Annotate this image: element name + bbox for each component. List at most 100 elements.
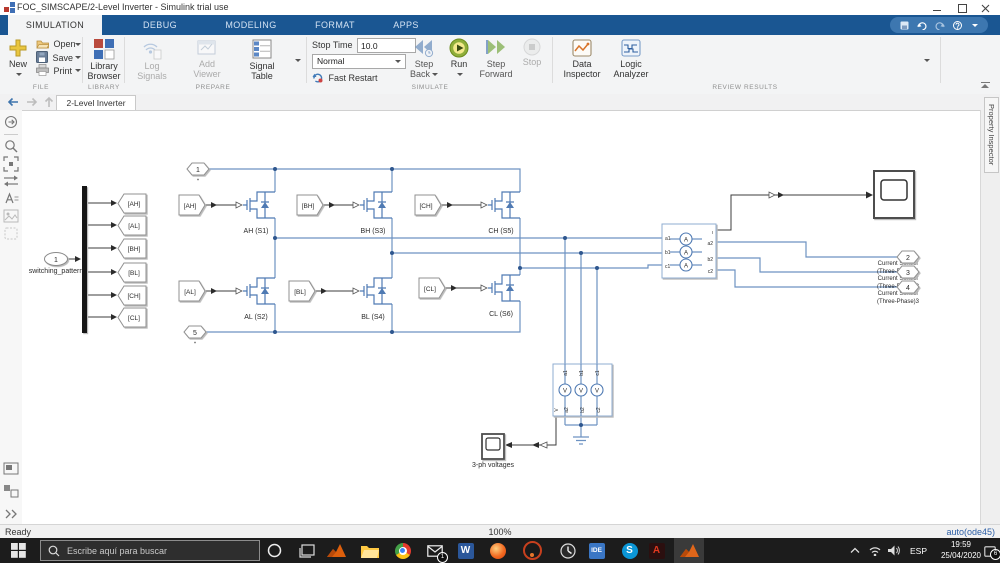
sim-mode-select[interactable]: Normal [312, 54, 406, 69]
voltmeter-icon: V [579, 389, 583, 395]
annotation-icon[interactable] [3, 191, 19, 206]
library-browser-button[interactable]: Library Browser [86, 37, 122, 81]
goto-tags[interactable]: [AH] [AL] [BH] [BL] [CH] [CL] [118, 194, 146, 327]
start-icon[interactable] [8, 540, 29, 561]
help-icon[interactable] [953, 21, 962, 30]
notification-center-icon[interactable]: 6 [984, 544, 997, 556]
voltages-scope-block[interactable]: 3-ph voltages [472, 434, 515, 469]
word-icon[interactable]: W [455, 540, 476, 561]
minimize-button[interactable] [926, 1, 948, 14]
cortana-icon[interactable] [264, 540, 285, 561]
step-back-button[interactable]: Step Back [406, 37, 442, 79]
document-tab[interactable]: 2-Level Inverter [56, 95, 136, 111]
save-icon[interactable] [900, 21, 909, 30]
open-button[interactable]: Open [36, 38, 82, 51]
tab-debug[interactable]: DEBUG [120, 15, 200, 35]
review-gallery-dropdown[interactable] [922, 55, 930, 65]
collapse-ribbon-button[interactable] [981, 82, 990, 88]
connection-port-2[interactable]: 2 [897, 251, 919, 263]
svg-text:b2: b2 [580, 407, 586, 413]
acrobat-icon[interactable]: A [646, 540, 667, 561]
undo-icon[interactable] [917, 21, 927, 30]
log-signals-label: Log Signals [130, 62, 174, 81]
scope-block[interactable] [874, 171, 914, 218]
forward-icon[interactable] [26, 97, 39, 107]
save-button[interactable]: Save [36, 51, 82, 64]
ide-icon[interactable]: IDE [586, 540, 607, 561]
tab-format[interactable]: FORMAT [302, 15, 368, 35]
print-button[interactable]: Print [36, 64, 82, 77]
chrome-icon[interactable] [392, 540, 413, 561]
fit-view-icon[interactable] [3, 156, 19, 172]
inport-switching-pattern[interactable]: 1 switching_pattern [29, 253, 84, 276]
wifi-icon[interactable] [868, 545, 882, 556]
media-player-icon[interactable] [522, 540, 543, 561]
solver-indicator[interactable]: auto(ode45) [946, 527, 995, 537]
demux-block[interactable] [82, 186, 87, 333]
model-browser-icon[interactable] [3, 484, 19, 498]
up-icon[interactable] [44, 96, 54, 108]
logic-analyzer-button[interactable]: Logic Analyzer [608, 37, 654, 79]
mail-icon[interactable]: 1 [424, 540, 445, 561]
clock-icon[interactable] [557, 540, 578, 561]
taskbar-search[interactable] [40, 540, 260, 561]
ammeter-icon: A [684, 251, 688, 257]
prepare-gallery-dropdown[interactable] [293, 55, 301, 65]
fast-restart-button[interactable]: Fast Restart [312, 72, 378, 83]
tab-modeling[interactable]: MODELING [208, 15, 294, 35]
voltage-sensor-block[interactable]: V V V a1 b1 c1 V a2 b2 c2 [553, 364, 612, 416]
open-icon [36, 38, 49, 49]
signal-table-button[interactable]: Signal Table [240, 37, 284, 81]
more-chevrons-icon[interactable] [4, 508, 18, 520]
speaker-icon[interactable] [888, 545, 901, 556]
stop-button[interactable]: Stop [517, 37, 547, 68]
run-button[interactable]: Run [444, 37, 474, 79]
zoom-icon[interactable] [3, 138, 19, 154]
svg-text:3: 3 [906, 270, 910, 277]
back-icon[interactable] [6, 97, 19, 107]
svg-text:[AH]: [AH] [128, 201, 141, 208]
skype-icon[interactable]: S [619, 540, 640, 561]
current-sensor-block[interactable]: A A A a1 b1 c1 I a2 b2 c2 [662, 224, 716, 278]
redo-icon[interactable] [935, 21, 945, 30]
tab-apps[interactable]: APPS [376, 15, 436, 35]
language-indicator[interactable]: ESP [910, 546, 927, 556]
add-viewer-button[interactable]: Add Viewer [185, 37, 229, 79]
model-canvas[interactable]: 1 switching_pattern [AH] [AL] [BH] [BL] … [22, 110, 980, 525]
connection-port-4[interactable]: 4 [897, 281, 919, 293]
dropdown-icon[interactable] [972, 24, 978, 27]
task-view-icon[interactable] [296, 540, 317, 561]
connection-port-1[interactable]: 1 [187, 163, 209, 180]
hide-navigator-icon[interactable] [3, 114, 19, 130]
close-button[interactable] [974, 1, 996, 14]
route-icon[interactable] [3, 174, 19, 188]
clock-tray[interactable]: 19:59 25/04/2020 [936, 540, 986, 561]
maximize-button[interactable] [951, 1, 973, 14]
svg-text:1: 1 [54, 257, 58, 264]
simulink-logo-icon [4, 2, 15, 13]
matlab-active-icon[interactable] [674, 538, 704, 563]
search-input[interactable] [65, 541, 257, 560]
property-inspector-tab[interactable]: Property Inspector [984, 97, 999, 173]
image-icon[interactable] [3, 209, 19, 223]
data-inspector-button[interactable]: Data Inspector [560, 37, 604, 79]
new-button[interactable]: New [3, 37, 33, 79]
svg-text:I: I [712, 230, 713, 235]
tray-expand-icon[interactable] [850, 547, 860, 554]
log-signals-button[interactable]: Log Signals [130, 37, 174, 81]
logic-analyzer-label: Logic Analyzer [608, 60, 654, 79]
mosfet-blocks[interactable]: AH (S1) BH (S3) CH (S5) AL (S2) BL (S4) … [243, 192, 520, 321]
connection-port-5[interactable]: 5 [184, 326, 206, 343]
step-forward-button[interactable]: Step Forward [477, 37, 515, 79]
tab-simulation[interactable]: SIMULATION [8, 15, 102, 35]
svg-text:[BL]: [BL] [294, 289, 306, 296]
fast-restart-icon [312, 72, 323, 83]
connection-port-3[interactable]: 3 [897, 266, 919, 278]
firefox-icon[interactable] [487, 540, 508, 561]
area-icon[interactable] [4, 227, 18, 240]
matlab-icon[interactable] [326, 540, 347, 561]
from-tags[interactable]: [AH] [BH] [CH] [AL] [BL] [CL] [179, 195, 445, 301]
signal-wires[interactable] [68, 195, 866, 445]
file-explorer-icon[interactable] [359, 540, 380, 561]
viewmark-icon[interactable] [3, 462, 19, 475]
